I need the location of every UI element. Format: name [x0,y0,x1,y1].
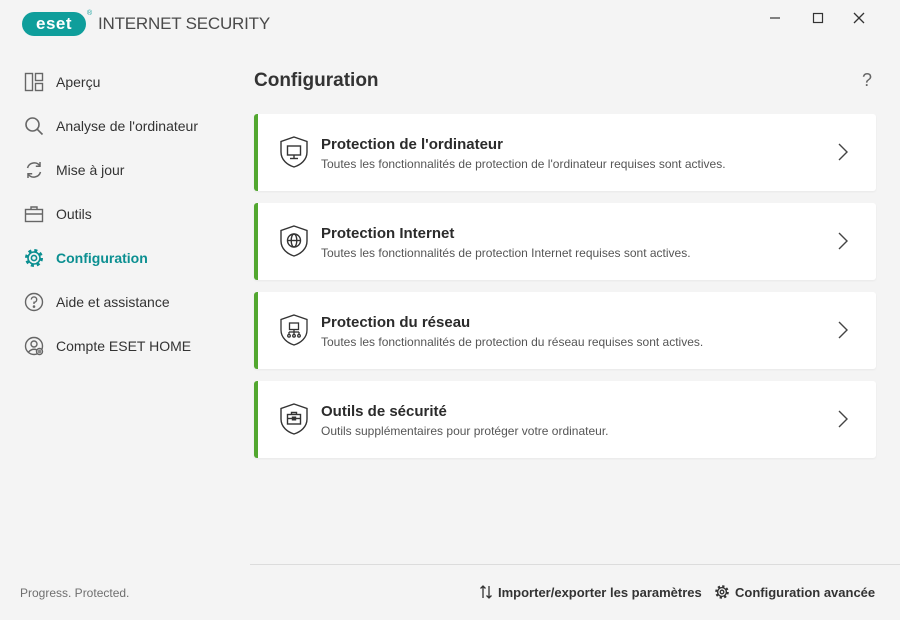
sidebar-item-label: Compte ESET HOME [56,338,192,354]
page-title: Configuration [254,70,379,91]
logo-badge: eset ® [22,10,92,36]
chevron-right-icon [838,232,848,250]
magnifier-icon [22,114,46,138]
card-network-protection[interactable]: Protection du réseau Toutes les fonction… [254,292,876,369]
card-security-tools[interactable]: Outils de sécurité Outils supplémentaire… [254,381,876,458]
help-button[interactable]: ? [862,70,872,91]
sidebar-item-label: Mise à jour [56,162,125,178]
import-export-button[interactable]: Importer/exporter les paramètres [479,584,702,600]
card-title: Protection Internet [321,225,455,242]
logo-text: eset [35,14,73,33]
sidebar-nav: Aperçu Analyse de l'ordinateur Mise à jo… [0,60,240,368]
card-title: Protection de l'ordinateur [321,136,503,153]
gear-icon [715,585,729,599]
advanced-setup-button[interactable]: Configuration avancée [714,584,875,600]
briefcase-icon [22,202,46,226]
sidebar-item-label: Aperçu [56,74,101,90]
advanced-setup-label: Configuration avancée [735,584,876,600]
shield-computer-icon [280,136,308,168]
eset-logo: eset ® INTERNET SECURITY [22,10,270,38]
sidebar-item-account[interactable]: Compte ESET HOME [0,324,240,368]
product-name: INTERNET SECURITY [98,14,270,33]
minimize-icon [770,17,780,19]
close-button[interactable] [844,8,874,28]
sidebar-item-configuration[interactable]: Configuration [0,236,240,280]
import-export-icon [480,585,492,599]
refresh-icon [22,158,46,182]
maximize-icon [812,12,824,24]
card-description: Toutes les fonctionnalités de protection… [321,157,726,171]
import-export-label: Importer/exporter les paramètres [498,584,702,600]
account-icon [22,334,46,358]
sidebar-item-analyse[interactable]: Analyse de l'ordinateur [0,104,240,148]
maximize-button[interactable] [803,8,833,28]
minimize-button[interactable] [760,8,790,28]
tagline: Progress. Protected. [20,586,130,600]
sidebar-item-label: Aide et assistance [56,294,170,310]
card-description: Outils supplémentaires pour protéger vot… [321,424,609,438]
shield-network-icon [280,314,308,346]
sidebar-item-tools[interactable]: Outils [0,192,240,236]
footer-divider [250,564,900,565]
chevron-right-icon [838,143,848,161]
card-description: Toutes les fonctionnalités de protection… [321,246,691,260]
sidebar-item-update[interactable]: Mise à jour [0,148,240,192]
sidebar-item-label: Configuration [56,250,148,266]
chevron-right-icon [838,321,848,339]
card-title: Outils de sécurité [321,403,447,420]
shield-globe-icon [280,225,308,257]
question-circle-icon [22,290,46,314]
sidebar-item-label: Outils [56,206,92,222]
close-icon [853,12,865,24]
sidebar-item-help[interactable]: Aide et assistance [0,280,240,324]
sidebar-item-label: Analyse de l'ordinateur [56,118,198,134]
dashboard-icon [22,70,46,94]
gear-icon [22,246,46,270]
chevron-right-icon [838,410,848,428]
shield-toolbox-icon [280,403,308,435]
card-internet-protection[interactable]: Protection Internet Toutes les fonctionn… [254,203,876,280]
logo-registered-mark: ® [86,10,92,17]
card-title: Protection du réseau [321,314,471,331]
sidebar-item-apercu[interactable]: Aperçu [0,60,240,104]
card-description: Toutes les fonctionnalités de protection… [321,335,704,349]
card-computer-protection[interactable]: Protection de l'ordinateur Toutes les fo… [254,114,876,191]
